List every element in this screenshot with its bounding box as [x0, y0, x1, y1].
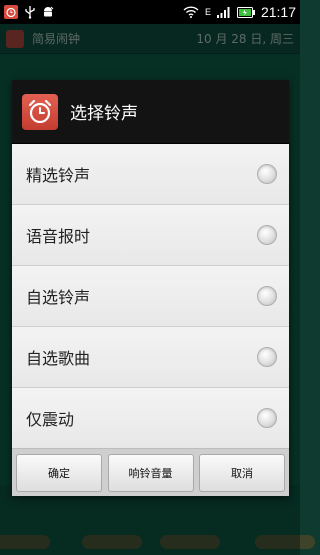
usb-icon — [24, 5, 36, 19]
option-label: 精选铃声 — [26, 166, 91, 185]
network-type-label: E — [204, 7, 211, 17]
radio-button[interactable] — [257, 225, 277, 245]
radio-button[interactable] — [257, 347, 277, 367]
status-time: 21:17 — [260, 4, 296, 20]
dialog-button-bar: 确定 响铃音量 取消 — [12, 448, 289, 496]
dialog-title: 选择铃声 — [70, 104, 138, 124]
option-custom-song[interactable]: 自选歌曲 — [12, 327, 289, 388]
ring-volume-button[interactable]: 响铃音量 — [107, 453, 194, 492]
status-notification-icons — [4, 5, 54, 19]
option-featured-ringtone[interactable]: 精选铃声 — [12, 144, 289, 205]
alarm-clock-icon — [4, 5, 18, 19]
radio-button[interactable] — [257, 408, 277, 428]
option-voice-time[interactable]: 语音报时 — [12, 205, 289, 266]
status-bar: E 21:17 — [0, 0, 300, 24]
signal-strength-icon — [216, 6, 231, 18]
alarm-clock-icon — [22, 93, 58, 130]
ringtone-options: 精选铃声 语音报时 自选铃声 自选歌曲 仅震动 — [12, 144, 289, 449]
confirm-button[interactable]: 确定 — [16, 453, 102, 492]
option-label: 自选铃声 — [26, 288, 91, 307]
dialog-header: 选择铃声 — [12, 80, 289, 144]
status-system-icons: E 21:17 — [183, 4, 296, 20]
option-label: 仅震动 — [26, 410, 75, 429]
cancel-button[interactable]: 取消 — [199, 453, 285, 492]
option-label: 自选歌曲 — [26, 349, 91, 368]
option-custom-ringtone[interactable]: 自选铃声 — [12, 266, 289, 327]
option-label: 语音报时 — [26, 227, 91, 246]
android-debug-icon — [42, 5, 54, 19]
radio-button[interactable] — [257, 164, 277, 184]
radio-button[interactable] — [257, 286, 277, 306]
wifi-icon — [183, 6, 199, 18]
ringtone-dialog: 选择铃声 精选铃声 语音报时 自选铃声 自选歌曲 仅震动 确定 响铃音量 取消 — [12, 80, 289, 496]
battery-charging-icon — [236, 6, 255, 18]
option-vibrate-only[interactable]: 仅震动 — [12, 388, 289, 449]
